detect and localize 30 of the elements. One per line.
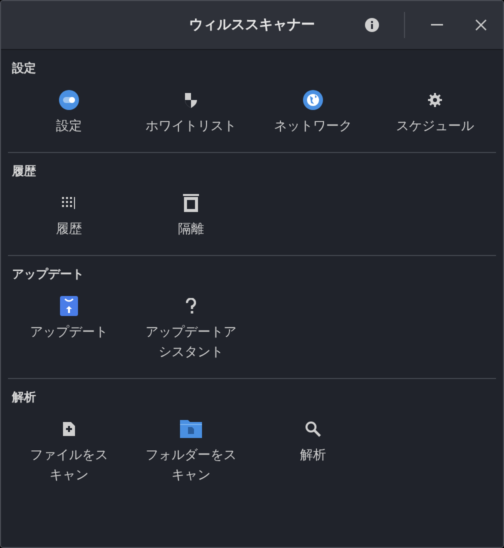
search-icon [305, 421, 321, 437]
tool-item[interactable]: 設定 [8, 88, 130, 138]
section-title: 解析 [10, 389, 37, 406]
tool-item[interactable]: ホワイトリスト [130, 88, 252, 138]
toggle-icon [59, 90, 79, 110]
tool-item[interactable]: 隔離 [130, 191, 252, 241]
tool-item[interactable]: ネットワーク [252, 88, 374, 138]
file-add-icon [63, 422, 75, 436]
section-title: 履歴 [11, 163, 37, 180]
tool-item[interactable]: アップデート [8, 294, 130, 364]
globe-icon [303, 90, 323, 110]
tool-item[interactable]: フォルダーをスキャン [130, 417, 252, 487]
close-icon [475, 19, 487, 31]
window-title: ウィルススキャナー [189, 16, 315, 34]
list-icon [62, 197, 76, 209]
info-icon [365, 18, 379, 32]
question-icon [186, 298, 196, 314]
update-icon [60, 296, 78, 316]
tool-item[interactable]: アップデートアシスタント [130, 294, 252, 364]
folder-icon [180, 420, 202, 438]
trash-icon [183, 194, 199, 212]
section-title: 設定 [10, 60, 37, 77]
shield-icon [184, 92, 198, 108]
tool-item[interactable]: ファイルをスキャン [8, 417, 130, 487]
tool-item[interactable]: 解析 [252, 417, 374, 487]
minimize-icon [431, 24, 443, 26]
tool-item[interactable]: 履歴 [8, 191, 130, 241]
gear-icon [428, 93, 442, 107]
section-title: アップデート [11, 266, 85, 283]
tool-item[interactable]: スケジュール [374, 88, 496, 138]
